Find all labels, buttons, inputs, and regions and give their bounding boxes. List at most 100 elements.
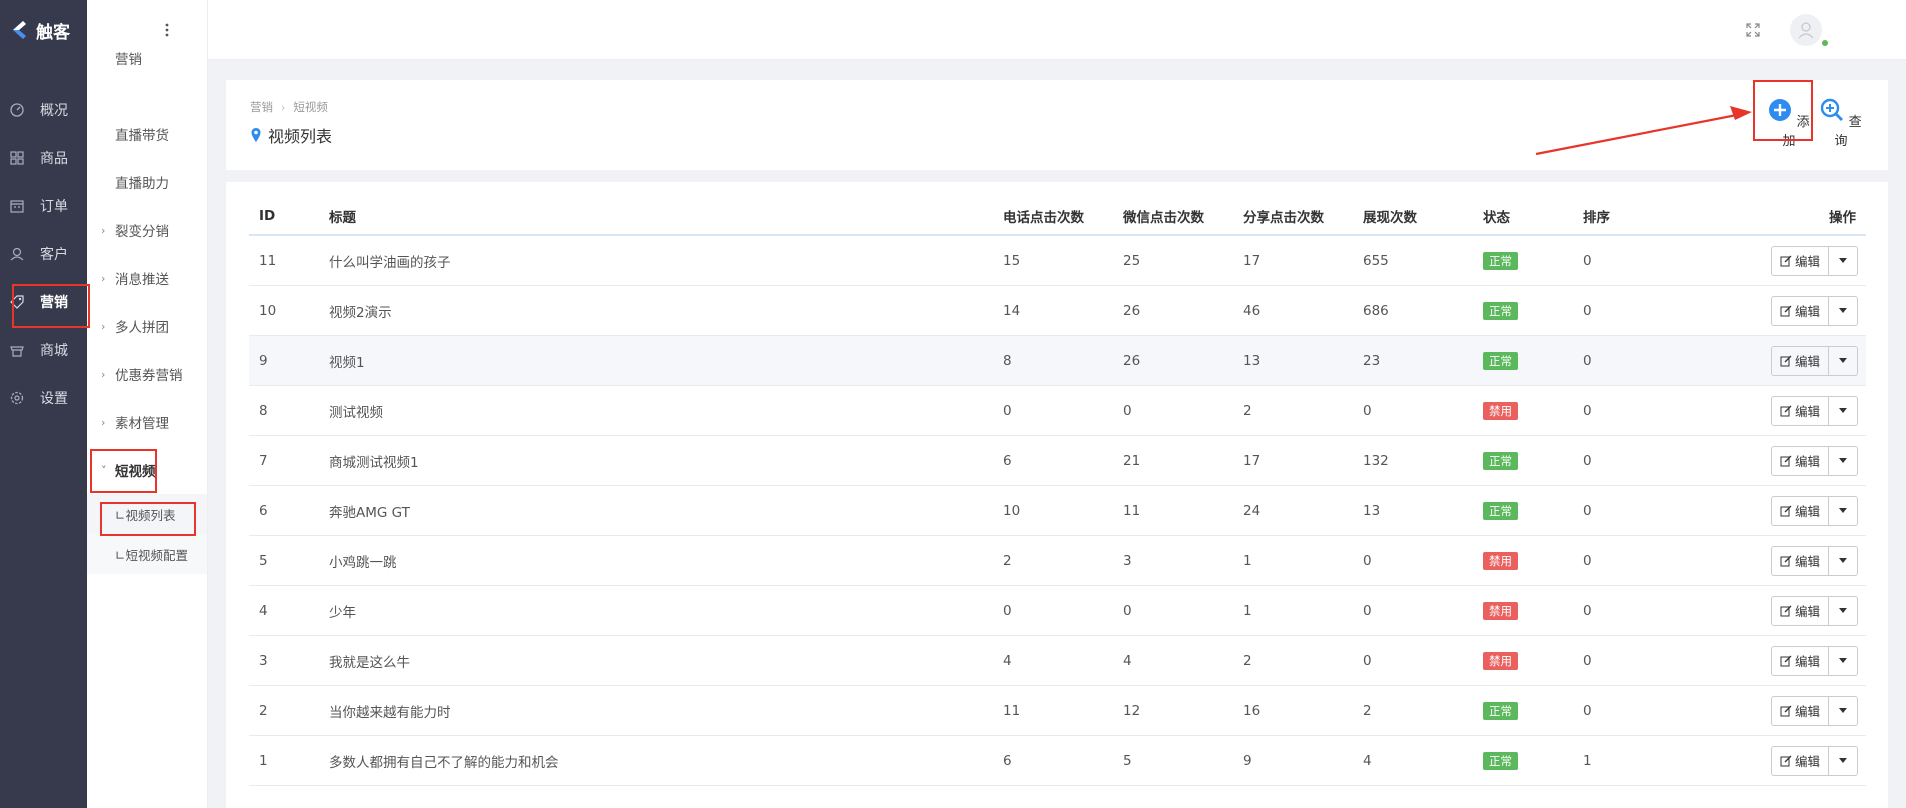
cell-actions: 编辑 [1743,645,1866,676]
status-badge: 正常 [1483,251,1518,270]
status-badge: 正常 [1483,701,1518,720]
edit-button[interactable]: 编辑 [1772,296,1829,325]
breadcrumb-root[interactable]: 营销 [250,99,273,115]
action-button-group: 编辑 [1770,745,1858,776]
cell-title: 多数人都拥有自己不了解的能力和机会 [329,754,559,771]
table-row: 5 小鸡跳一跳 2 3 1 0 禁用 0 编辑 [249,536,1866,586]
nav-item-products[interactable]: 商品 [0,134,87,182]
cell-sort: 0 [1583,252,1592,269]
more-actions-dropdown[interactable] [1829,397,1857,425]
more-vertical-icon [165,23,169,37]
nav-label: 客户 [40,247,68,263]
subnav-item-live-boost[interactable]: 直播助力 [87,158,207,206]
cell-phone-clicks: 8 [1003,352,1012,369]
caret-down-icon [1839,358,1847,363]
cell-wechat-clicks: 0 [1123,402,1132,419]
cell-share-clicks: 46 [1243,302,1261,319]
cell-phone-clicks: 10 [1003,502,1021,519]
subnav-item-push[interactable]: › 消息推送 [87,254,207,302]
subnav-item-materials[interactable]: › 素材管理 [87,398,207,446]
more-actions-dropdown[interactable] [1829,747,1857,775]
user-icon [10,247,24,261]
status-badge: 正常 [1483,451,1518,470]
edit-button[interactable]: 编辑 [1772,396,1829,425]
add-button[interactable]: 添加 [1766,98,1812,149]
nav-item-mall[interactable]: 商城 [0,326,87,374]
cell-sort: 0 [1583,302,1592,319]
action-button-group: 编辑 [1770,495,1858,526]
nav-item-orders[interactable]: 订单 [0,182,87,230]
edit-button-label: 编辑 [1794,704,1820,719]
subnav-item-coupons[interactable]: › 优惠券营销 [87,350,207,398]
caret-down-icon [1839,758,1847,763]
subnav-item-live[interactable]: 直播带货 [87,110,207,158]
nav-label: 订单 [40,199,68,215]
cell-sort: 1 [1583,752,1592,769]
cell-status: 正常 [1483,701,1583,720]
subnav-item-short-video[interactable]: ˅ 短视频 [87,446,207,494]
edit-button-label: 编辑 [1794,504,1820,519]
edit-button[interactable]: 编辑 [1772,646,1829,675]
action-button-group: 编辑 [1770,295,1858,326]
cell-id: 5 [259,552,268,569]
more-actions-dropdown[interactable] [1829,647,1857,675]
cell-wechat-clicks: 26 [1123,302,1141,319]
nav-item-overview[interactable]: 概况 [0,86,87,134]
edit-icon [1780,405,1792,416]
query-button[interactable]: 查询 [1818,98,1864,149]
more-actions-dropdown[interactable] [1829,497,1857,525]
subnav-item-group-buy[interactable]: › 多人拼团 [87,302,207,350]
action-button-group: 编辑 [1770,245,1858,276]
chevron-right-icon: › [281,100,286,114]
edit-button-label: 编辑 [1794,354,1820,369]
more-actions-dropdown[interactable] [1829,447,1857,475]
table-row: 7 商城测试视频1 6 21 17 132 正常 0 编辑 [249,436,1866,486]
chevron-right-icon: › [101,415,106,429]
edit-button[interactable]: 编辑 [1772,746,1829,775]
nav-item-settings[interactable]: 设置 [0,374,87,422]
cell-wechat-clicks: 11 [1123,502,1141,519]
edit-button[interactable]: 编辑 [1772,696,1829,725]
cell-actions: 编辑 [1743,295,1866,326]
cell-impressions: 0 [1363,552,1372,569]
cell-wechat-clicks: 21 [1123,452,1141,469]
edit-button[interactable]: 编辑 [1772,446,1829,475]
subnav-item-distribution[interactable]: › 裂变分销 [87,206,207,254]
edit-button[interactable]: 编辑 [1772,596,1829,625]
cell-title: 视频1 [329,354,365,371]
edit-button[interactable]: 编辑 [1772,496,1829,525]
cell-sort: 0 [1583,352,1592,369]
more-actions-dropdown[interactable] [1829,247,1857,275]
edit-button[interactable]: 编辑 [1772,346,1829,375]
dashboard-icon [10,103,24,117]
cell-share-clicks: 2 [1243,402,1252,419]
cell-actions: 编辑 [1743,445,1866,476]
action-button-group: 编辑 [1770,545,1858,576]
more-actions-dropdown[interactable] [1829,697,1857,725]
cell-wechat-clicks: 3 [1123,552,1132,569]
subnav-leaf-video-list[interactable]: ∟视频列表 [87,494,207,534]
cell-impressions: 23 [1363,352,1381,369]
edit-icon [1780,605,1792,616]
nav-item-customers[interactable]: 客户 [0,230,87,278]
more-actions-dropdown[interactable] [1829,297,1857,325]
more-actions-dropdown[interactable] [1829,597,1857,625]
brand-name: 触客 [36,22,70,43]
edit-button[interactable]: 编辑 [1772,246,1829,275]
cell-share-clicks: 24 [1243,502,1261,519]
plus-circle-icon [1769,99,1792,121]
more-actions-dropdown[interactable] [1829,547,1857,575]
cell-title: 商城测试视频1 [329,454,419,471]
user-avatar-icon [1798,22,1814,39]
subnav-leaf-video-config[interactable]: ∟短视频配置 [87,534,207,574]
more-actions-dropdown[interactable] [1829,347,1857,375]
edit-button[interactable]: 编辑 [1772,546,1829,575]
avatar[interactable] [1790,14,1822,46]
table-row: 9 视频1 8 26 13 23 正常 0 编辑 [249,336,1866,386]
nav-item-marketing[interactable]: 营销 [0,278,87,326]
brand-logo[interactable]: 触客 [0,0,87,60]
fullscreen-icon[interactable] [1745,22,1761,38]
subnav-label: 多人拼团 [115,320,169,336]
edit-icon [1780,305,1792,316]
subnav-leaf-label: ∟短视频配置 [115,547,188,563]
